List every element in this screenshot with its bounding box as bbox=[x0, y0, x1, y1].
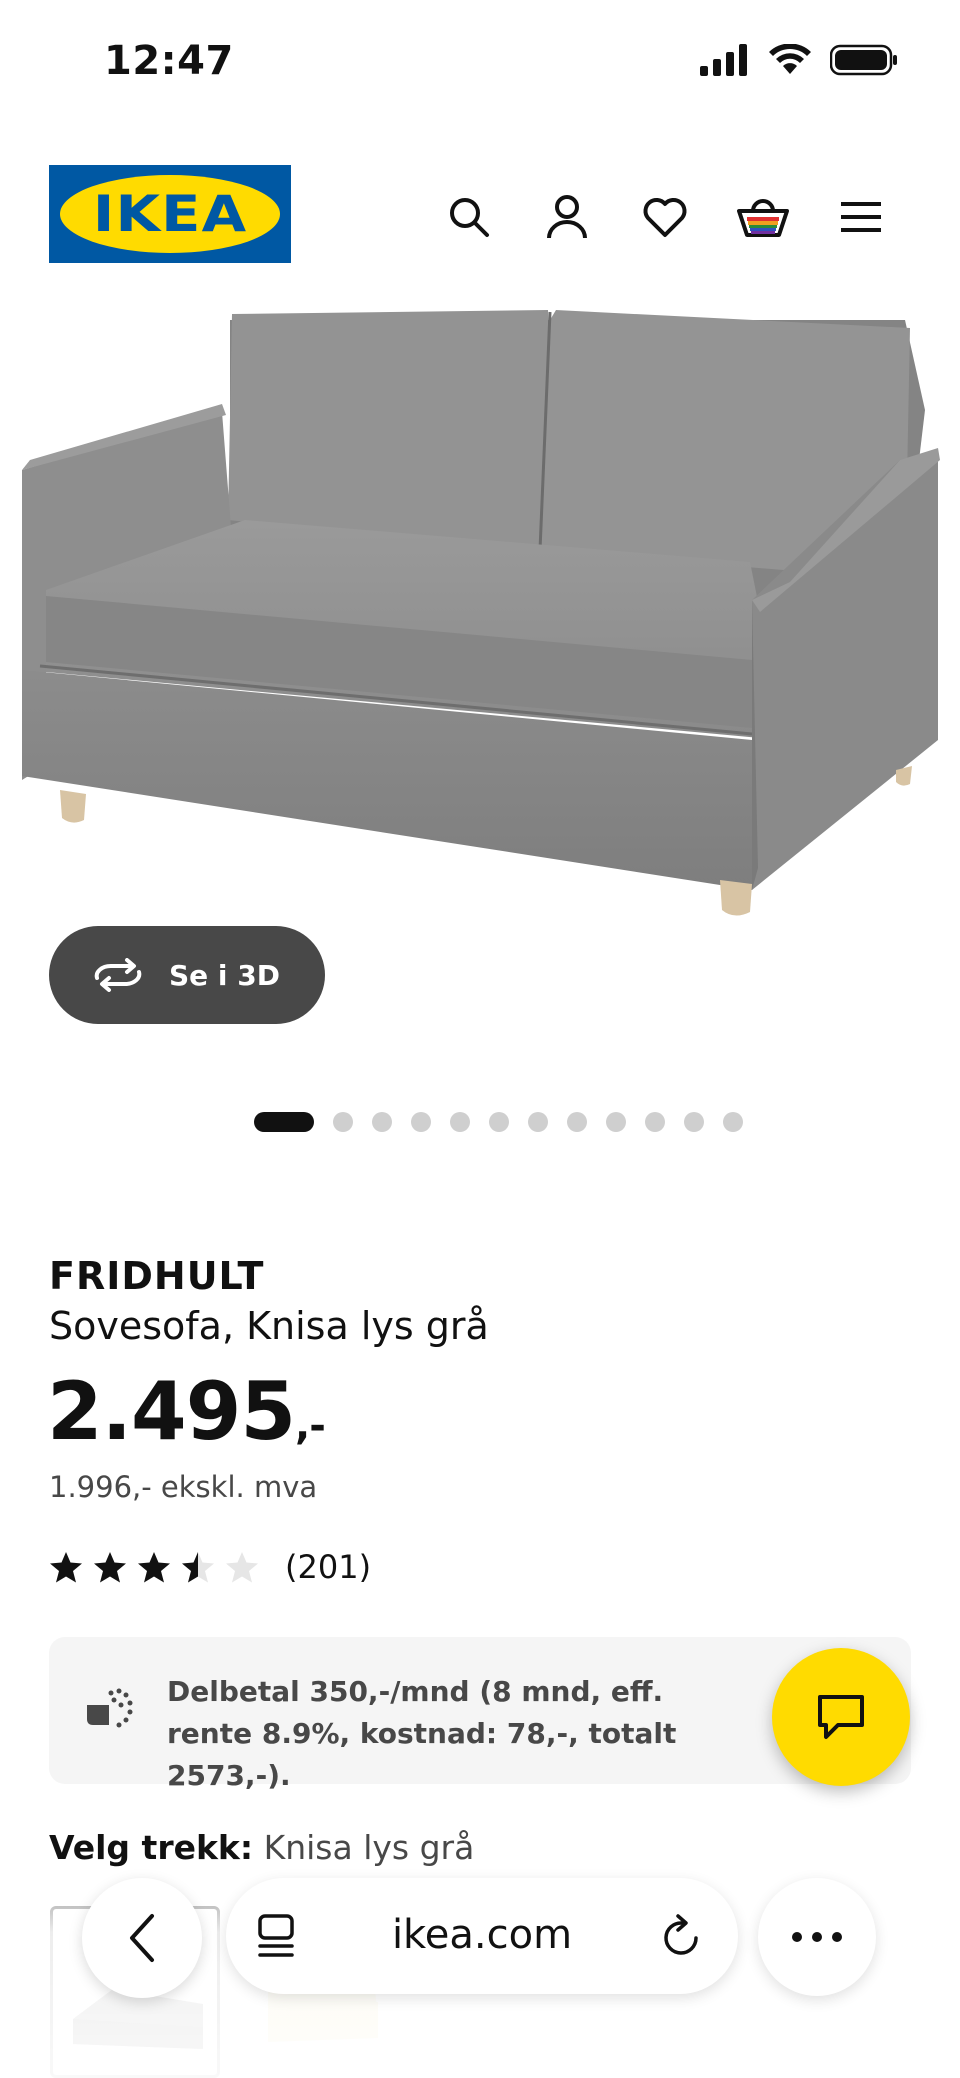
price-suffix: ,- bbox=[295, 1403, 326, 1449]
logo-oval: IKEA bbox=[60, 175, 280, 253]
reload-icon[interactable] bbox=[660, 1912, 704, 1960]
star-full-icon bbox=[94, 1552, 126, 1583]
price-excluding-vat: 1.996,- ekskl. mva bbox=[49, 1470, 318, 1504]
installment-text: Delbetal 350,-/mnd (8 mnd, eff. rente 8.… bbox=[167, 1675, 677, 1792]
carousel-indicator bbox=[254, 1112, 743, 1132]
star-full-icon bbox=[50, 1552, 82, 1583]
basket-icon[interactable] bbox=[734, 188, 792, 246]
product-image[interactable] bbox=[0, 300, 960, 940]
product-description: Sovesofa, Knisa lys grå bbox=[49, 1304, 489, 1348]
cover-selector-label: Velg trekk: Knisa lys grå bbox=[49, 1828, 474, 1867]
rotate-3d-icon bbox=[94, 958, 142, 992]
star-empty-icon bbox=[226, 1552, 258, 1583]
cover-label: Velg trekk: bbox=[49, 1828, 254, 1867]
carousel-dot[interactable] bbox=[333, 1112, 353, 1132]
sofa-illustration bbox=[22, 310, 940, 916]
star-full-icon bbox=[138, 1552, 170, 1583]
carousel-dot[interactable] bbox=[528, 1112, 548, 1132]
carousel-dot[interactable] bbox=[411, 1112, 431, 1132]
ikea-logo[interactable]: IKEA bbox=[49, 165, 291, 263]
more-horizontal-icon bbox=[792, 1932, 842, 1942]
search-icon[interactable] bbox=[440, 188, 498, 246]
chat-icon bbox=[818, 1695, 864, 1739]
status-icons bbox=[700, 44, 898, 76]
logo-text: IKEA bbox=[92, 185, 248, 243]
rating-count: (201) bbox=[285, 1548, 372, 1586]
payment-icon bbox=[87, 1688, 133, 1728]
product-rating[interactable]: (201) bbox=[49, 1548, 371, 1586]
carousel-dot[interactable] bbox=[567, 1112, 587, 1132]
status-bar: 12:47 bbox=[0, 0, 960, 120]
product-price: 2.495,- bbox=[47, 1365, 326, 1458]
carousel-dot-active[interactable] bbox=[254, 1112, 314, 1132]
carousel-dot[interactable] bbox=[450, 1112, 470, 1132]
view-3d-button[interactable]: Se i 3D bbox=[49, 926, 325, 1024]
address-bar[interactable]: ikea.com bbox=[226, 1878, 738, 1994]
carousel-dot[interactable] bbox=[372, 1112, 392, 1132]
carousel-dot[interactable] bbox=[606, 1112, 626, 1132]
star-half-icon bbox=[182, 1552, 214, 1583]
product-name: FRIDHULT bbox=[49, 1254, 265, 1298]
status-time: 12:47 bbox=[104, 38, 234, 84]
cover-value: Knisa lys grå bbox=[263, 1828, 475, 1867]
carousel-dot[interactable] bbox=[684, 1112, 704, 1132]
carousel-dot[interactable] bbox=[489, 1112, 509, 1132]
price-main: 2.495 bbox=[47, 1365, 296, 1458]
header-icons bbox=[440, 188, 890, 246]
rating-stars bbox=[49, 1551, 259, 1583]
view-3d-label: Se i 3D bbox=[169, 958, 280, 992]
chat-button[interactable] bbox=[772, 1648, 910, 1786]
signal-icon bbox=[700, 44, 747, 76]
carousel-dot[interactable] bbox=[645, 1112, 665, 1132]
battery-icon bbox=[830, 44, 897, 76]
carousel-dot[interactable] bbox=[723, 1112, 743, 1132]
menu-icon[interactable] bbox=[832, 188, 890, 246]
more-options-button[interactable] bbox=[758, 1878, 876, 1996]
wifi-icon bbox=[769, 44, 811, 74]
site-header: IKEA bbox=[0, 150, 960, 280]
account-icon[interactable] bbox=[538, 188, 596, 246]
chevron-left-icon bbox=[130, 1914, 154, 1962]
browser-back-button[interactable] bbox=[82, 1878, 202, 1998]
heart-icon[interactable] bbox=[636, 188, 694, 246]
